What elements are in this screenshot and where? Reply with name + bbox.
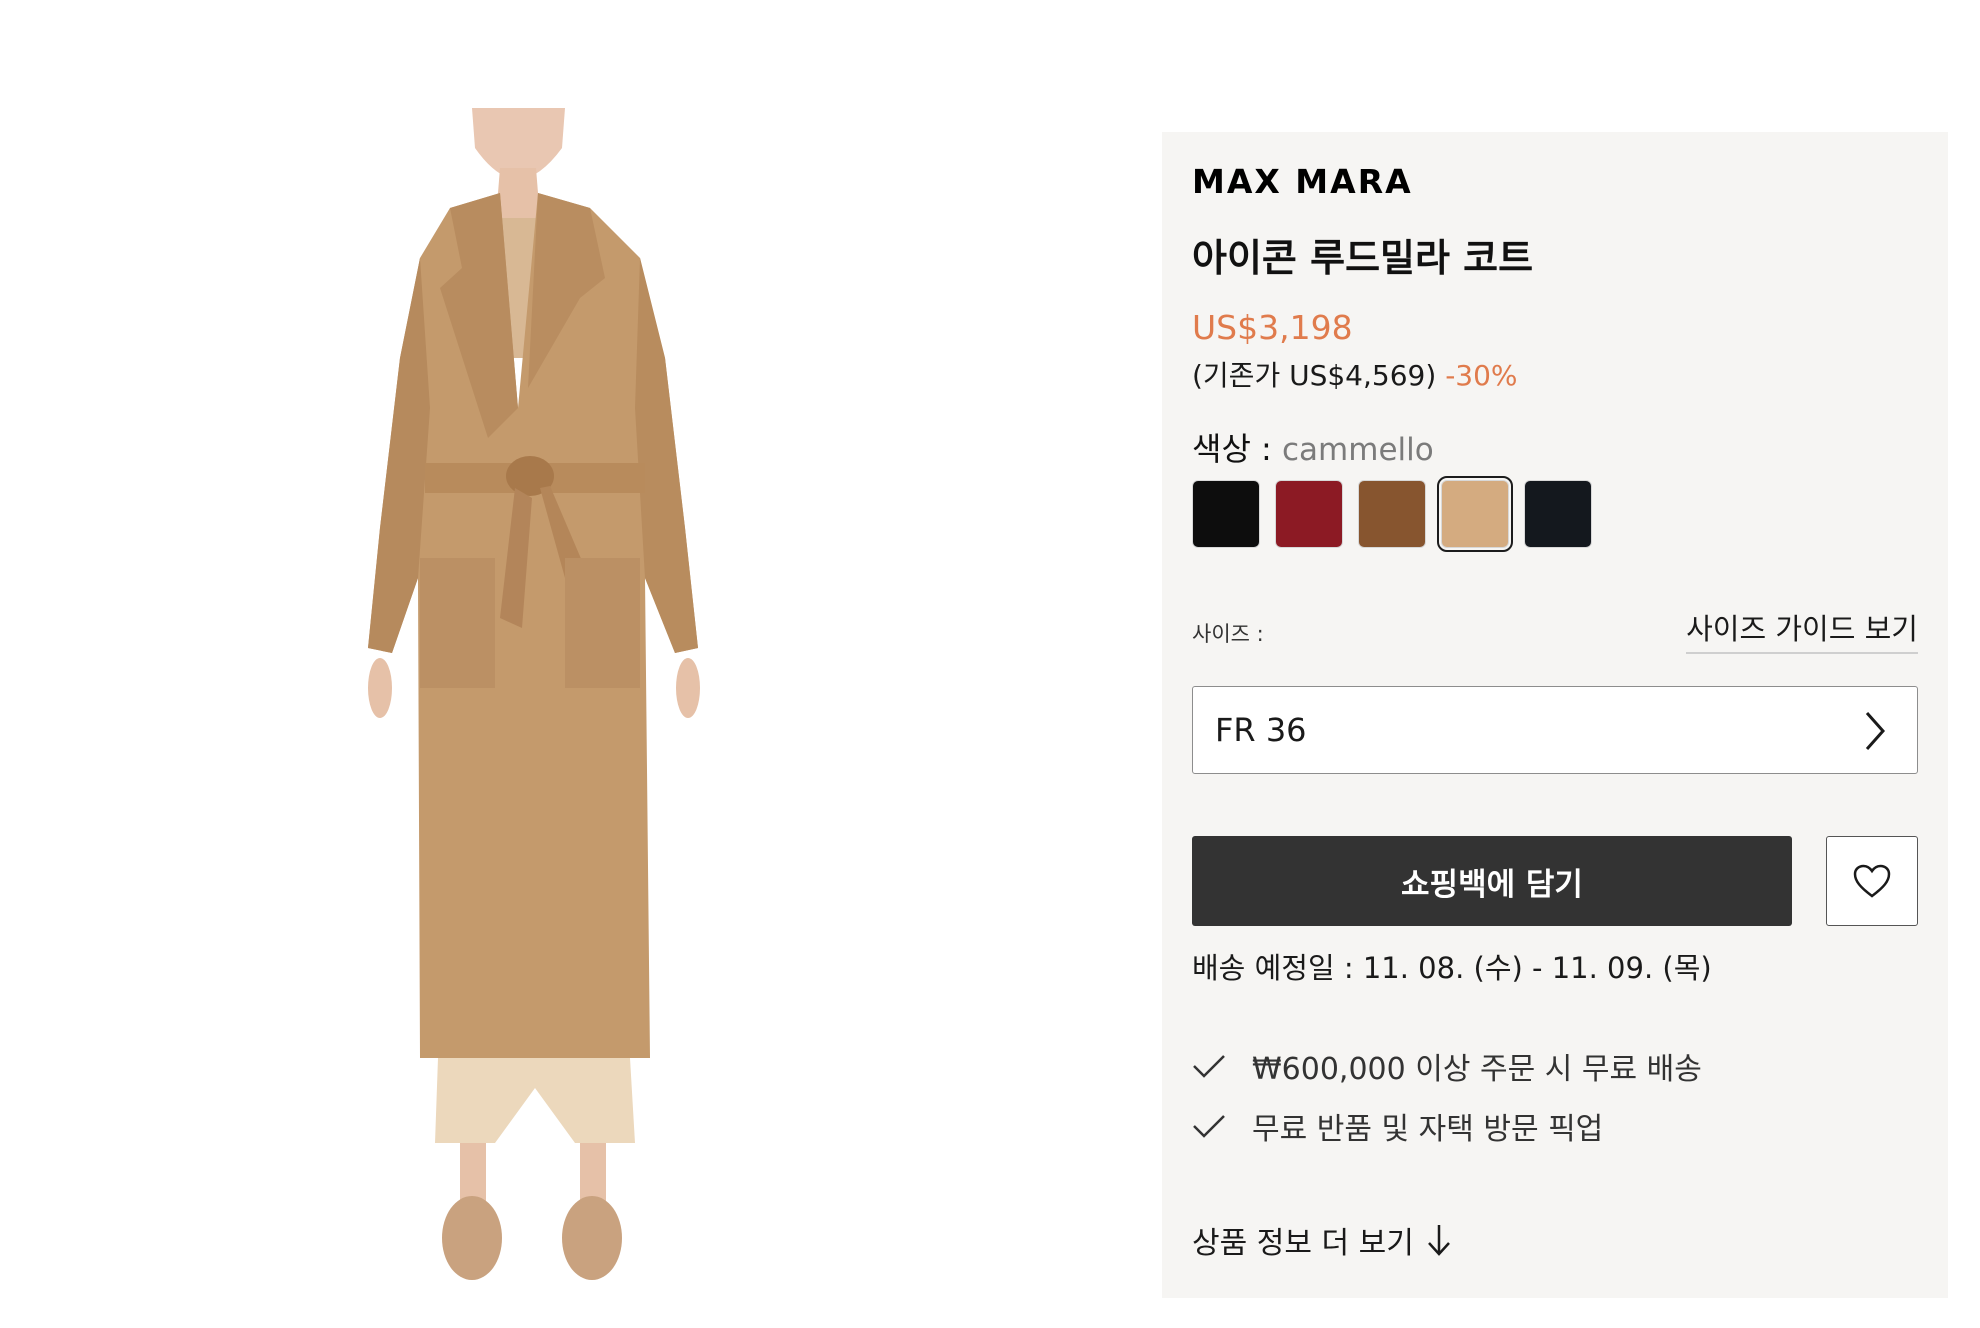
add-to-bag-button[interactable]: 쇼핑백에 담기	[1192, 836, 1792, 926]
benefit-text: ₩600,000 이상 주문 시 무료 배송	[1252, 1052, 1702, 1087]
original-price-line: (기존가 US$4,569) -30%	[1192, 354, 1518, 394]
color-label: 색상 :	[1192, 430, 1283, 468]
brand-name[interactable]: MAX MARA	[1192, 162, 1413, 201]
benefit-item: ₩600,000 이상 주문 시 무료 배송	[1192, 1044, 1702, 1088]
color-swatch-red[interactable]	[1275, 480, 1343, 548]
color-swatch-black[interactable]	[1192, 480, 1260, 548]
size-select-value: FR 36	[1215, 711, 1307, 749]
size-guide-link[interactable]: 사이즈 가이드 보기	[1686, 606, 1918, 654]
color-swatch-navy[interactable]	[1524, 480, 1592, 548]
product-title: 아이콘 루드밀라 코트	[1192, 236, 1534, 280]
color-swatch-brown[interactable]	[1358, 480, 1426, 548]
color-swatches	[1192, 476, 1592, 552]
arrow-down-icon	[1427, 1225, 1450, 1256]
check-icon	[1193, 1055, 1225, 1078]
color-value: cammello	[1282, 432, 1434, 468]
more-info-link[interactable]: 상품 정보 더 보기	[1192, 1218, 1452, 1262]
benefit-text: 무료 반품 및 자택 방문 픽업	[1252, 1112, 1604, 1147]
more-info-label: 상품 정보 더 보기	[1192, 1226, 1414, 1261]
heart-icon	[1853, 864, 1891, 898]
color-swatch-camel[interactable]	[1437, 476, 1513, 552]
wishlist-button[interactable]	[1826, 836, 1918, 926]
product-image[interactable]	[300, 108, 770, 1308]
color-label-line: 색상 : cammello	[1192, 424, 1434, 470]
size-select[interactable]: FR 36	[1192, 686, 1918, 774]
chevron-right-icon	[1865, 712, 1886, 750]
benefit-item: 무료 반품 및 자택 방문 픽업	[1192, 1104, 1603, 1148]
discount-badge: -30%	[1445, 359, 1518, 392]
delivery-estimate: 배송 예정일 : 11. 08. (수) - 11. 09. (목)	[1192, 951, 1712, 985]
original-price: (기존가 US$4,569)	[1192, 359, 1437, 392]
sale-price: US$3,198	[1192, 308, 1353, 347]
product-info-panel: MAX MARA 아이콘 루드밀라 코트 US$3,198 (기존가 US$4,…	[1162, 132, 1948, 1298]
check-icon	[1193, 1115, 1225, 1138]
size-label: 사이즈 :	[1192, 622, 1264, 646]
